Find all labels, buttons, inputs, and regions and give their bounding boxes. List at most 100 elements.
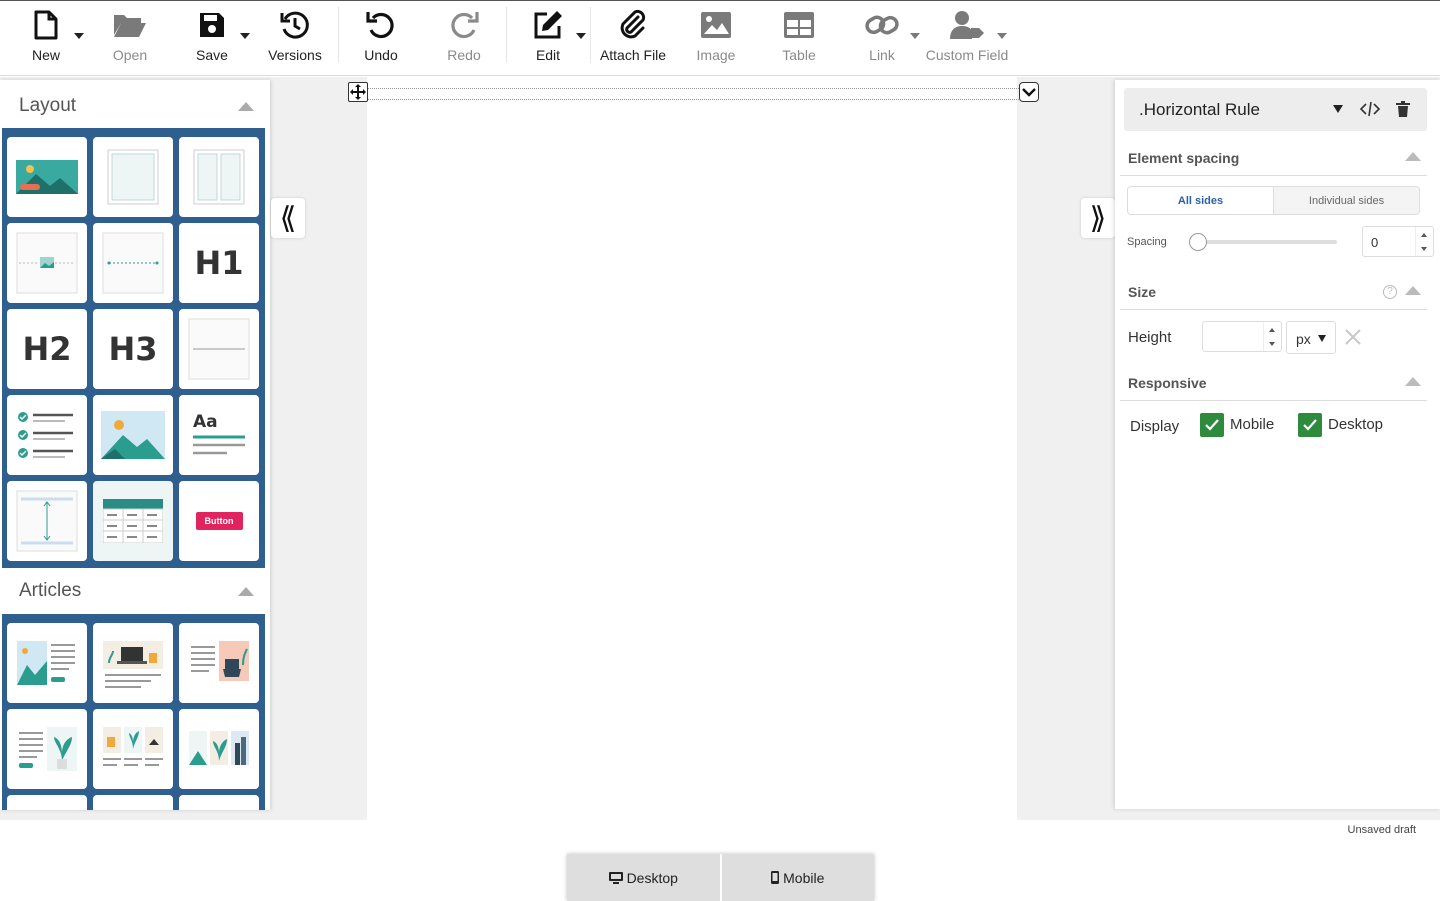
article-block-partial[interactable]: [179, 795, 259, 810]
all-sides-tab[interactable]: All sides: [1128, 187, 1273, 214]
desktop-checkbox[interactable]: [1298, 413, 1322, 437]
element-selector[interactable]: .Horizontal Rule: [1124, 88, 1427, 131]
table-block[interactable]: [93, 481, 173, 561]
spacing-slider-thumb[interactable]: [1189, 233, 1207, 251]
spacing-stepper[interactable]: [1415, 227, 1433, 256]
code-view-icon[interactable]: [1359, 101, 1381, 122]
responsive-header[interactable]: Responsive: [1120, 375, 1427, 401]
versions-button[interactable]: Versions: [267, 7, 323, 69]
image-landscape-block[interactable]: [93, 395, 173, 475]
articles-section-header[interactable]: Articles: [0, 567, 268, 615]
edit-dropdown-caret-icon[interactable]: [576, 33, 586, 39]
article-image-right-block[interactable]: [179, 623, 259, 703]
spacing-label: Spacing: [1127, 236, 1167, 248]
spacing-slider-track[interactable]: [1193, 240, 1337, 244]
article-block-partial[interactable]: [93, 795, 173, 810]
open-button[interactable]: Open: [108, 7, 152, 69]
collapse-up-icon[interactable]: [1405, 377, 1421, 386]
element-options-chevron-icon[interactable]: [1019, 82, 1039, 102]
collapse-up-icon[interactable]: [238, 587, 254, 596]
collapse-up-icon[interactable]: [238, 102, 254, 111]
redo-button[interactable]: Redo: [445, 7, 483, 69]
save-status: Unsaved draft: [1347, 824, 1416, 836]
mobile-checkbox[interactable]: [1200, 413, 1224, 437]
height-stepper[interactable]: [1263, 322, 1281, 351]
article-plant-block[interactable]: [7, 709, 87, 789]
size-header[interactable]: Size ?: [1120, 284, 1427, 310]
article-three-column-block[interactable]: [93, 709, 173, 789]
edit-icon: [530, 7, 566, 43]
text-icon: Aa: [193, 412, 245, 455]
vertical-spacer-block[interactable]: [7, 481, 87, 561]
display-label: Display: [1130, 418, 1180, 435]
desktop-view-button[interactable]: Desktop: [567, 854, 720, 901]
new-dropdown-caret-icon[interactable]: [74, 33, 84, 39]
save-button[interactable]: Save: [194, 7, 230, 69]
horizontal-rule-block[interactable]: [179, 309, 259, 389]
mobile-label: Mobile: [1230, 416, 1275, 433]
image-block[interactable]: [7, 223, 87, 303]
height-input[interactable]: [1202, 321, 1282, 352]
heading-3-block[interactable]: H3: [93, 309, 173, 389]
clear-x-icon[interactable]: [1344, 328, 1362, 351]
two-column-block[interactable]: [179, 137, 259, 217]
hero-image-block[interactable]: [7, 137, 87, 217]
spacer-divider-block[interactable]: [93, 223, 173, 303]
mobile-phone-icon: [771, 871, 780, 884]
attach-file-button[interactable]: Attach File: [600, 7, 666, 69]
unit-select[interactable]: px: [1286, 321, 1336, 354]
trash-icon[interactable]: [1396, 101, 1410, 122]
small-image-icon: [16, 232, 78, 294]
spacing-input[interactable]: 0: [1362, 226, 1434, 257]
svg-text:Aa: Aa: [193, 412, 218, 432]
hero-image-icon: [16, 160, 78, 194]
heading-2-block[interactable]: H2: [7, 309, 87, 389]
collapse-up-icon[interactable]: [1405, 286, 1421, 295]
dropdown-caret-icon: [1318, 335, 1326, 342]
horizontal-rule-line: [368, 88, 1019, 100]
checkmark-icon: [1303, 419, 1317, 431]
layout-section-header[interactable]: Layout: [0, 82, 268, 130]
email-canvas[interactable]: [367, 77, 1017, 820]
image-button[interactable]: Image: [694, 7, 738, 69]
save-icon: [194, 7, 230, 43]
custom-field-button[interactable]: Custom Field: [926, 7, 1008, 69]
individual-sides-tab[interactable]: Individual sides: [1273, 187, 1419, 214]
article-block-partial[interactable]: [7, 795, 87, 810]
checkmark-icon: [1205, 419, 1219, 431]
dropdown-caret-icon[interactable]: [1333, 105, 1343, 113]
article-gallery-icon: [189, 731, 249, 765]
help-icon[interactable]: ?: [1383, 285, 1397, 299]
element-spacing-header[interactable]: Element spacing: [1120, 150, 1427, 176]
collapse-up-icon[interactable]: [1405, 152, 1421, 161]
table-button[interactable]: Table: [779, 7, 819, 69]
mobile-view-button[interactable]: Mobile: [719, 854, 874, 901]
collapse-right-panel-icon[interactable]: ⟫: [1081, 198, 1115, 238]
move-handle-icon[interactable]: [348, 82, 368, 102]
article-three-column-icon: [103, 727, 163, 766]
article-laptop-icon: [103, 641, 163, 688]
new-button[interactable]: New: [26, 7, 66, 69]
collapse-left-panel-icon[interactable]: ⟪: [271, 198, 305, 238]
image-icon: [698, 7, 734, 43]
step-down-icon: [1269, 342, 1275, 346]
custom-field-dropdown-caret-icon[interactable]: [997, 33, 1007, 39]
paperclip-icon: [615, 7, 651, 43]
link-button[interactable]: Link: [862, 7, 902, 69]
heading-1-block[interactable]: H1: [179, 223, 259, 303]
article-image-left-block[interactable]: [7, 623, 87, 703]
article-laptop-block[interactable]: [93, 623, 173, 703]
button-block[interactable]: Button: [179, 481, 259, 561]
spacer-icon: [16, 490, 78, 552]
save-dropdown-caret-icon[interactable]: [240, 33, 250, 39]
horizontal-rule-element[interactable]: [348, 80, 1039, 102]
single-column-block[interactable]: [93, 137, 173, 217]
link-dropdown-caret-icon[interactable]: [910, 33, 920, 39]
dotted-divider-icon: [102, 232, 164, 294]
undo-button[interactable]: Undo: [362, 7, 400, 69]
article-gallery-block[interactable]: [179, 709, 259, 789]
content-blocks-panel: Layout H1 H2 H3 Aa Button Articles: [0, 80, 270, 810]
edit-button[interactable]: Edit: [528, 7, 568, 69]
checklist-block[interactable]: [7, 395, 87, 475]
text-block[interactable]: Aa: [179, 395, 259, 475]
